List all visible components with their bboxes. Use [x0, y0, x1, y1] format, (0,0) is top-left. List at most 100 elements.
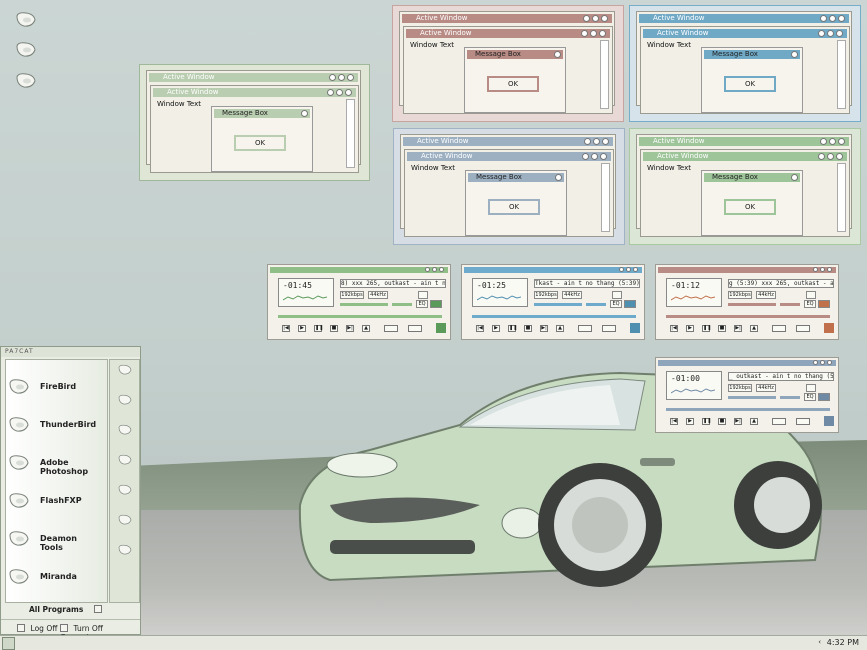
minimize-icon[interactable]: [813, 267, 818, 272]
balance-slider[interactable]: [780, 303, 800, 306]
place-icon[interactable]: [117, 393, 133, 407]
ok-button[interactable]: OK: [487, 76, 539, 92]
playlist-toggle[interactable]: [624, 300, 636, 308]
close-icon[interactable]: [345, 89, 352, 96]
eq-toggle[interactable]: EQ: [804, 300, 816, 308]
close-icon[interactable]: [599, 30, 606, 37]
close-icon[interactable]: [554, 51, 561, 58]
close-icon[interactable]: [555, 174, 562, 181]
pause-icon[interactable]: ❚❚: [508, 325, 517, 332]
play-icon[interactable]: ▶: [686, 325, 694, 332]
scrollbar[interactable]: [601, 163, 610, 232]
previous-icon[interactable]: |◀: [476, 325, 484, 332]
shuffle-icon[interactable]: [772, 418, 786, 425]
seek-bar[interactable]: [278, 315, 442, 318]
maximize-icon[interactable]: [338, 74, 345, 81]
minimize-icon[interactable]: [820, 15, 827, 22]
stop-icon[interactable]: ■: [718, 325, 726, 332]
shade-icon[interactable]: [432, 267, 437, 272]
previous-icon[interactable]: |◀: [670, 418, 678, 425]
play-icon[interactable]: ▶: [686, 418, 694, 425]
close-icon[interactable]: [836, 153, 843, 160]
repeat-icon[interactable]: [408, 325, 422, 332]
next-icon[interactable]: ▶|: [540, 325, 548, 332]
close-icon[interactable]: [301, 110, 308, 117]
repeat-icon[interactable]: [602, 325, 616, 332]
minimize-icon[interactable]: [584, 138, 591, 145]
close-icon[interactable]: [827, 360, 832, 365]
maximize-icon[interactable]: [827, 153, 834, 160]
shade-icon[interactable]: [820, 360, 825, 365]
play-icon[interactable]: ▶: [298, 325, 306, 332]
minimize-icon[interactable]: [818, 153, 825, 160]
minimize-icon[interactable]: [582, 153, 589, 160]
close-icon[interactable]: [601, 15, 608, 22]
eq-toggle[interactable]: EQ: [416, 300, 428, 308]
all-programs-button[interactable]: All Programs: [29, 604, 102, 614]
scrollbar[interactable]: [600, 40, 609, 109]
maximize-icon[interactable]: [590, 30, 597, 37]
desktop-icon-2[interactable]: [14, 40, 38, 60]
stop-icon[interactable]: ■: [718, 418, 726, 425]
close-icon[interactable]: [791, 174, 798, 181]
repeat-icon[interactable]: [796, 325, 810, 332]
start-menu-item-firebird[interactable]: FireBird: [7, 375, 102, 399]
start-menu-item-thunderbird[interactable]: ThunderBird: [7, 413, 102, 437]
close-icon[interactable]: [600, 153, 607, 160]
minimize-icon[interactable]: [425, 267, 430, 272]
ok-button[interactable]: OK: [724, 199, 776, 215]
player-logo-icon[interactable]: [436, 323, 446, 333]
player-logo-icon[interactable]: [630, 323, 640, 333]
repeat-icon[interactable]: [796, 418, 810, 425]
seek-bar[interactable]: [666, 315, 830, 318]
volume-slider[interactable]: [728, 303, 776, 306]
tray-arrow-icon[interactable]: ‹: [818, 638, 821, 646]
next-icon[interactable]: ▶|: [734, 418, 742, 425]
close-icon[interactable]: [347, 74, 354, 81]
minimize-icon[interactable]: [820, 138, 827, 145]
minimize-icon[interactable]: [327, 89, 334, 96]
scrollbar[interactable]: [346, 99, 355, 168]
eject-icon[interactable]: ▲: [750, 418, 758, 425]
log-off-button[interactable]: Log Off: [17, 623, 57, 633]
pause-icon[interactable]: ❚❚: [702, 325, 711, 332]
maximize-icon[interactable]: [829, 15, 836, 22]
pause-icon[interactable]: ❚❚: [314, 325, 323, 332]
eject-icon[interactable]: ▲: [556, 325, 564, 332]
maximize-icon[interactable]: [336, 89, 343, 96]
volume-slider[interactable]: [728, 396, 776, 399]
next-icon[interactable]: ▶|: [346, 325, 354, 332]
pause-icon[interactable]: ❚❚: [702, 418, 711, 425]
shuffle-icon[interactable]: [384, 325, 398, 332]
maximize-icon[interactable]: [592, 15, 599, 22]
ok-button[interactable]: OK: [724, 76, 776, 92]
eq-toggle[interactable]: EQ: [804, 393, 816, 401]
minimize-icon[interactable]: [583, 15, 590, 22]
place-icon[interactable]: [117, 423, 133, 437]
shade-icon[interactable]: [820, 267, 825, 272]
stop-icon[interactable]: ■: [330, 325, 338, 332]
balance-slider[interactable]: [780, 396, 800, 399]
start-button[interactable]: [2, 637, 15, 650]
playlist-toggle[interactable]: [430, 300, 442, 308]
place-icon[interactable]: [117, 483, 133, 497]
close-icon[interactable]: [602, 138, 609, 145]
player-logo-icon[interactable]: [824, 416, 834, 426]
minimize-icon[interactable]: [813, 360, 818, 365]
scrollbar[interactable]: [837, 40, 846, 109]
balance-slider[interactable]: [586, 303, 606, 306]
volume-slider[interactable]: [340, 303, 388, 306]
start-menu-item-adobe-photoshop[interactable]: Adobe Photoshop: [7, 451, 102, 476]
maximize-icon[interactable]: [593, 138, 600, 145]
close-icon[interactable]: [791, 51, 798, 58]
previous-icon[interactable]: |◀: [282, 325, 290, 332]
close-icon[interactable]: [633, 267, 638, 272]
place-icon[interactable]: [117, 543, 133, 557]
eject-icon[interactable]: ▲: [750, 325, 758, 332]
maximize-icon[interactable]: [591, 153, 598, 160]
close-icon[interactable]: [838, 138, 845, 145]
desktop-icon-1[interactable]: [14, 10, 38, 30]
place-icon[interactable]: [117, 453, 133, 467]
playlist-toggle[interactable]: [818, 300, 830, 308]
minimize-icon[interactable]: [329, 74, 336, 81]
